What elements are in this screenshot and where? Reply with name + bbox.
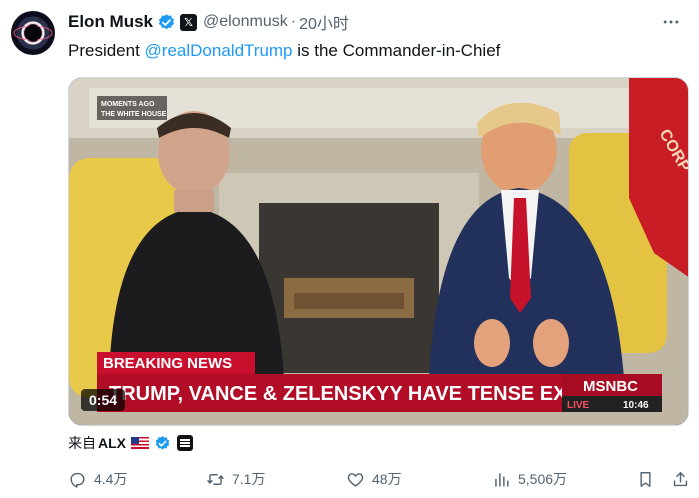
repost-button[interactable]: 7.1万 xyxy=(206,467,265,491)
repost-icon xyxy=(207,473,224,485)
tweet-timestamp[interactable]: 20小时 xyxy=(299,10,349,34)
view-count: 5,506万 xyxy=(518,471,568,487)
tweet-header: Elon Musk 𝕏 @elonmusk · 20小时 xyxy=(68,10,349,34)
heart-icon xyxy=(347,472,364,487)
reply-count: 4.4万 xyxy=(94,471,128,487)
live-label: LIVE xyxy=(567,400,590,411)
share-button[interactable] xyxy=(671,467,697,491)
video-player[interactable]: CORP MOMENTS AGO THE WHITE HOUSE BREAKIN… xyxy=(68,77,689,426)
corner-line2: THE WHITE HOUSE xyxy=(101,111,167,118)
x-affiliation-icon[interactable]: 𝕏 xyxy=(180,13,198,31)
like-count: 48万 xyxy=(372,471,402,487)
source-prefix: 来自 xyxy=(68,435,96,451)
source-logo-icon xyxy=(177,435,193,451)
black-hole-avatar-image xyxy=(13,22,53,44)
network-logo: MSNBC xyxy=(583,378,638,395)
action-bar: 4.4万 7.1万 48万 5,506万 xyxy=(68,467,688,491)
more-icon[interactable] xyxy=(659,10,683,34)
bookmark-icon xyxy=(640,471,651,487)
tweet-text: President @realDonaldTrump is the Comman… xyxy=(68,40,500,62)
tweet-text-after: is the Commander-in-Chief xyxy=(292,41,501,60)
video-frame: CORP MOMENTS AGO THE WHITE HOUSE BREAKIN… xyxy=(69,78,688,425)
reply-icon xyxy=(70,472,85,488)
share-icon xyxy=(673,471,688,486)
author-avatar[interactable] xyxy=(11,11,55,55)
live-time: 10:46 xyxy=(623,400,649,411)
like-button[interactable]: 48万 xyxy=(346,467,402,491)
author-name[interactable]: Elon Musk xyxy=(68,12,153,32)
verified-badge-icon xyxy=(154,435,171,452)
us-flag-icon xyxy=(131,437,149,449)
breaking-news-label: BREAKING NEWS xyxy=(103,355,232,372)
bookmark-button[interactable] xyxy=(636,467,662,491)
views-button[interactable]: 5,506万 xyxy=(492,467,567,491)
corner-line1: MOMENTS AGO xyxy=(101,101,155,108)
source-attribution[interactable]: 来自 ALX xyxy=(68,432,193,454)
tweet-text-before: President xyxy=(68,41,145,60)
author-handle[interactable]: @elonmusk xyxy=(203,13,288,31)
reply-button[interactable]: 4.4万 xyxy=(68,467,127,491)
views-icon xyxy=(495,472,509,487)
verified-badge-icon[interactable] xyxy=(157,13,176,32)
video-duration: 0:54 xyxy=(81,389,126,411)
repost-count: 7.1万 xyxy=(232,471,266,487)
separator-dot: · xyxy=(290,13,297,30)
source-name[interactable]: ALX xyxy=(98,435,126,451)
mention-link[interactable]: @realDonaldTrump xyxy=(145,41,293,60)
